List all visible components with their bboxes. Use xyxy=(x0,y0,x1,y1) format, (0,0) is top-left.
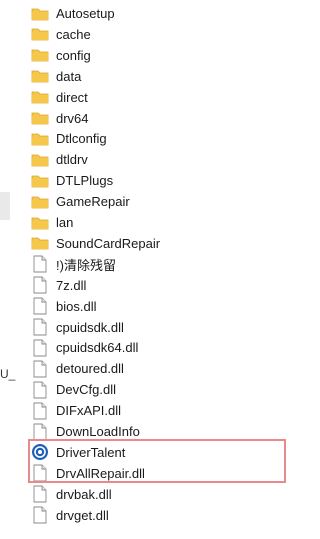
file-name: DevCfg.dll xyxy=(56,382,116,398)
folder-item[interactable]: cache xyxy=(26,24,226,45)
file-name: direct xyxy=(56,89,88,105)
file-item[interactable]: cpuidsdk.dll xyxy=(26,317,226,338)
file-item[interactable]: DevCfg.dll xyxy=(26,379,226,400)
file-name: cpuidsdk.dll xyxy=(56,319,124,335)
file-item[interactable]: DIFxAPI.dll xyxy=(26,400,226,421)
file-item[interactable]: bios.dll xyxy=(26,296,226,317)
folder-item[interactable]: config xyxy=(26,45,226,66)
file-name: bios.dll xyxy=(56,298,97,314)
file-name: DTLPlugs xyxy=(56,173,114,189)
highlight-annotation-box xyxy=(28,439,286,483)
file-icon xyxy=(33,485,47,503)
file-item[interactable]: drvget.dll xyxy=(26,505,226,526)
file-name: Autosetup xyxy=(56,6,115,21)
file-name: !)清除残留 xyxy=(56,257,116,273)
folder-item[interactable]: dtldrv xyxy=(26,149,226,170)
file-name: config xyxy=(56,47,91,63)
folder-item[interactable]: DTLPlugs xyxy=(26,170,226,191)
file-icon xyxy=(33,339,47,357)
file-name: drv64 xyxy=(56,110,89,126)
folder-item[interactable]: data xyxy=(26,66,226,87)
folder-icon xyxy=(31,91,49,104)
folder-icon xyxy=(31,28,49,41)
folder-item[interactable]: lan xyxy=(26,212,226,233)
file-name: drvget.dll xyxy=(56,507,109,523)
file-name: cpuidsdk64.dll xyxy=(56,340,139,356)
file-name: 7z.dll xyxy=(56,277,87,293)
folder-icon xyxy=(31,133,49,146)
file-name: Dtlconfig xyxy=(56,131,107,147)
file-name: DownLoadInfo xyxy=(56,424,140,439)
folder-item[interactable]: Autosetup xyxy=(26,3,226,24)
file-name: data xyxy=(56,68,82,84)
file-name: dtldrv xyxy=(56,152,88,168)
folder-icon xyxy=(31,196,49,208)
folder-icon xyxy=(31,112,49,125)
folder-item[interactable]: SoundCardRepair xyxy=(26,233,226,254)
file-item[interactable]: detoured.dll xyxy=(26,358,226,379)
folder-icon xyxy=(31,8,49,20)
file-icon xyxy=(33,381,47,399)
file-icon xyxy=(33,276,47,294)
folder-item[interactable]: direct xyxy=(26,87,226,108)
file-icon xyxy=(33,318,47,336)
folder-icon xyxy=(31,70,49,83)
file-icon xyxy=(33,297,47,315)
folder-icon xyxy=(31,175,49,188)
file-name: DIFxAPI.dll xyxy=(56,403,122,419)
file-icon xyxy=(33,255,47,273)
folder-icon xyxy=(31,49,49,62)
file-name: lan xyxy=(56,215,74,230)
folder-icon xyxy=(31,237,49,250)
file-item[interactable]: cpuidsdk64.dll xyxy=(26,337,226,358)
folder-icon xyxy=(31,217,49,229)
file-icon xyxy=(33,402,47,420)
file-icon xyxy=(33,506,47,524)
file-item[interactable]: !)清除残留 xyxy=(26,254,226,275)
folder-item[interactable]: GameRepair xyxy=(26,191,226,212)
file-item[interactable]: 7z.dll xyxy=(26,275,226,296)
file-icon xyxy=(33,360,47,378)
file-name: drvbak.dll xyxy=(56,486,112,502)
file-name: SoundCardRepair xyxy=(56,235,161,251)
folder-item[interactable]: Dtlconfig xyxy=(26,128,226,149)
file-name: detoured.dll xyxy=(56,361,124,377)
folder-icon xyxy=(31,154,49,167)
file-item[interactable]: drvbak.dll xyxy=(26,484,226,505)
file-name: cache xyxy=(56,26,91,42)
folder-item[interactable]: drv64 xyxy=(26,108,226,129)
file-name: GameRepair xyxy=(56,194,130,210)
